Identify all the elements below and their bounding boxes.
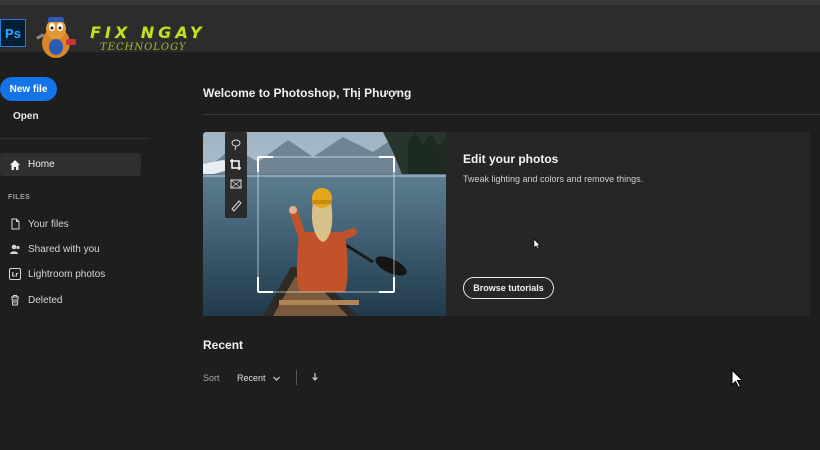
svg-text:Lr: Lr — [12, 272, 19, 279]
sidebar-item-your-files[interactable]: Your files — [0, 214, 141, 234]
sidebar-item-deleted[interactable]: Deleted — [0, 290, 141, 310]
sidebar: New file Open Home FILES Your files Shar… — [0, 52, 150, 450]
main-divider — [203, 114, 820, 115]
people-icon — [8, 242, 22, 256]
mouse-cursor-icon — [731, 369, 744, 389]
sort-dropdown[interactable]: Recent — [237, 371, 281, 385]
sort-dropdown-value: Recent — [237, 373, 266, 383]
sort-direction-arrow-icon[interactable] — [309, 371, 321, 383]
open-button[interactable]: Open — [13, 111, 39, 122]
edit-photos-card: Edit your photos Tweak lighting and colo… — [203, 132, 810, 316]
sidebar-item-home[interactable]: Home — [0, 153, 141, 176]
files-section-heading: FILES — [8, 194, 31, 201]
hero-photo — [203, 132, 446, 316]
sort-separator — [296, 370, 297, 385]
top-bar: Ps FIX NGAY TECHNOLOGY — [0, 0, 820, 58]
lightroom-icon: Lr — [8, 267, 22, 281]
photoshop-logo-text: Ps — [5, 25, 21, 41]
sidebar-item-label: Lightroom photos — [28, 268, 106, 280]
welcome-title: Welcome to Photoshop, Thị Phượng — [203, 86, 412, 100]
photoshop-logo[interactable]: Ps — [0, 19, 26, 47]
sort-label: Sort — [203, 373, 220, 383]
app-window: Ps FIX NGAY TECHNOLOGY New file Open Hom… — [0, 0, 820, 450]
browse-tutorials-button[interactable]: Browse tutorials — [463, 277, 554, 299]
hero-description: Tweak lighting and colors and remove thi… — [463, 174, 644, 184]
sidebar-item-shared[interactable]: Shared with you — [0, 239, 141, 259]
chevron-down-icon — [272, 376, 280, 381]
sidebar-divider — [0, 138, 150, 139]
trash-icon — [8, 293, 22, 307]
sidebar-item-label: Deleted — [28, 294, 63, 306]
hero-title: Edit your photos — [463, 152, 559, 166]
sidebar-item-lightroom[interactable]: Lr Lightroom photos — [0, 264, 141, 284]
new-file-button[interactable]: New file — [0, 77, 57, 101]
brand-name: FIX NGAY — [90, 23, 206, 42]
file-icon — [8, 217, 22, 231]
recent-heading: Recent — [203, 338, 244, 352]
home-icon — [8, 158, 22, 172]
sidebar-item-label: Shared with you — [28, 243, 100, 255]
sidebar-item-label: Your files — [28, 218, 69, 230]
sidebar-item-label: Home — [28, 159, 55, 170]
